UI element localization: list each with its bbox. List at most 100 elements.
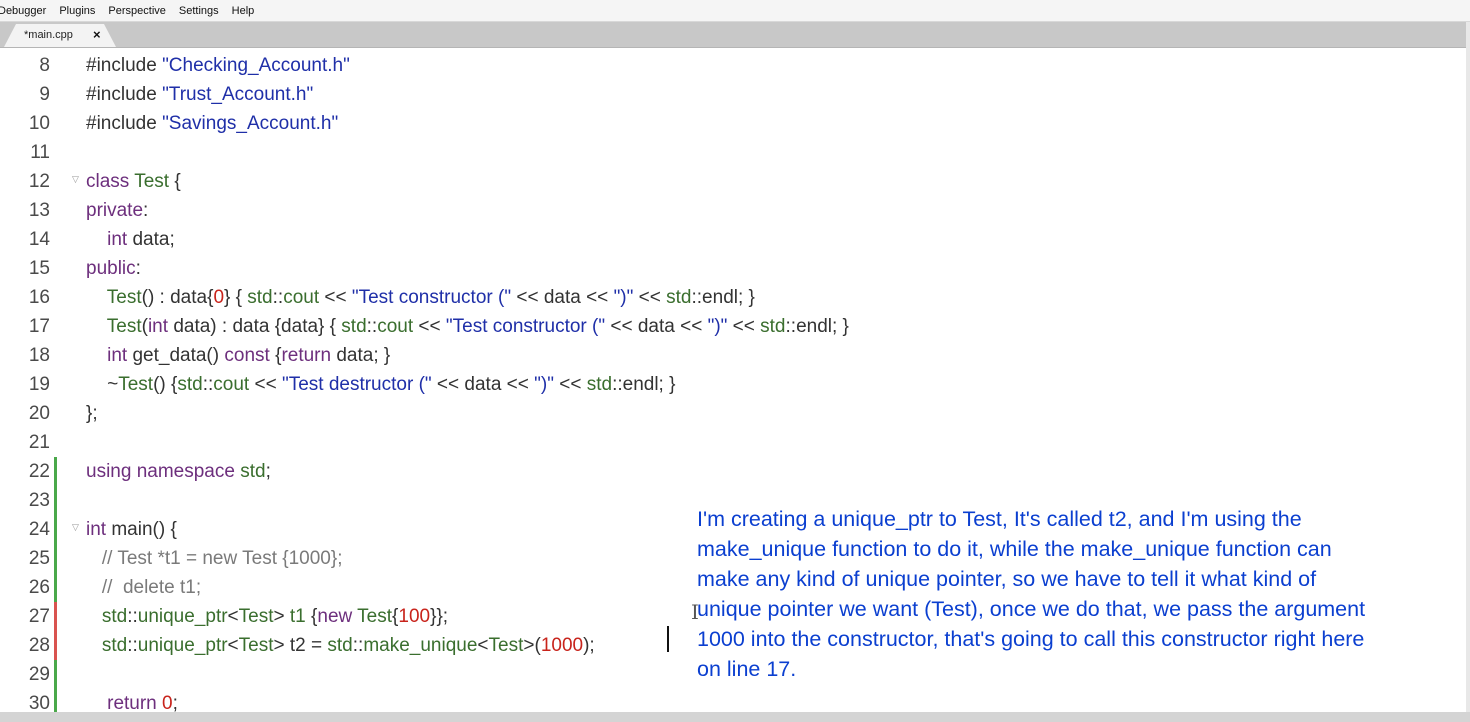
code-token: Test <box>86 287 142 308</box>
line-number: 15 <box>28 258 50 279</box>
code-token: "Test constructor (" <box>445 316 606 337</box>
code-token: :: <box>352 635 364 656</box>
code-token: int <box>147 316 174 337</box>
code-token: const <box>224 345 276 366</box>
menu-item-perspective[interactable]: Perspective <box>106 5 167 17</box>
code-line[interactable]: 17 Test(int data) : data {data} { std::c… <box>0 312 1470 341</box>
code-token: ~ <box>86 374 119 395</box>
code-line[interactable]: 11 <box>0 138 1470 167</box>
code-line[interactable]: 20}; <box>0 399 1470 428</box>
code-line[interactable]: 12 ▽ class Test { <box>0 167 1470 196</box>
line-number: 28 <box>28 635 50 656</box>
code-text: int data; <box>86 225 175 254</box>
code-token: data; } <box>336 345 391 366</box>
code-text: ~Test() {std::cout << "Test destructor (… <box>86 370 675 399</box>
code-line[interactable]: 9 #include "Trust_Account.h" <box>0 80 1470 109</box>
code-line[interactable]: 21 <box>0 428 1470 457</box>
code-token: class <box>86 171 135 192</box>
menu-item-settings[interactable]: Settings <box>177 5 221 17</box>
code-token: private <box>86 200 144 221</box>
code-text: // delete t1; <box>86 573 201 602</box>
code-token: 100 <box>398 606 431 627</box>
code-token: cout <box>283 287 320 308</box>
code-token: get_data() <box>132 345 225 366</box>
code-line[interactable]: 13 private: <box>0 196 1470 225</box>
code-token: << <box>633 287 667 308</box>
code-token: make_unique <box>363 635 478 656</box>
annotation-line: make_unique function to do it, while the… <box>697 537 1332 561</box>
code-token: 0 <box>162 693 173 714</box>
change-marker <box>54 544 57 573</box>
menu-item-help[interactable]: Help <box>230 5 257 17</box>
code-token: < <box>227 635 239 656</box>
line-number: 11 <box>30 142 50 163</box>
code-text: Test(int data) : data {data} { std::cout… <box>86 312 849 341</box>
annotation-text: I'm creating a unique_ptr to Test, It's … <box>697 504 1470 684</box>
code-token: ")" <box>613 287 634 308</box>
code-token: ; <box>172 693 178 714</box>
code-line[interactable]: 8 #include "Checking_Account.h" <box>0 51 1470 80</box>
code-line[interactable]: 18 int get_data() const {return data; } <box>0 341 1470 370</box>
code-token: () { <box>153 374 178 395</box>
code-token: :: <box>272 287 284 308</box>
code-token: ::endl; } <box>785 316 849 337</box>
code-line[interactable]: 22 using namespace std; <box>0 457 1470 486</box>
code-line[interactable]: 19 ~Test() {std::cout << "Test destructo… <box>0 370 1470 399</box>
code-token: using namespace <box>86 461 241 482</box>
line-number: 19 <box>28 374 50 395</box>
annotation-line: 1000 into the constructor, that's going … <box>697 627 1365 651</box>
code-token: std <box>177 374 203 395</box>
annotation-line: unique pointer we want (Test), once we d… <box>697 597 1366 621</box>
tab-main-cpp[interactable]: *main.cpp × <box>4 24 116 47</box>
line-number: 13 <box>28 200 50 221</box>
change-marker <box>54 602 57 631</box>
code-text: class Test { <box>86 167 181 196</box>
code-token: << <box>553 374 587 395</box>
code-text: Test() : data{0} { std::cout << "Test co… <box>86 283 755 312</box>
code-token: Test <box>238 606 274 627</box>
code-token: ::endl; } <box>691 287 755 308</box>
annotation-line: on line 17. <box>697 657 797 681</box>
code-token: << <box>413 316 446 337</box>
code-token: return <box>86 693 163 714</box>
code-token: :: <box>366 316 378 337</box>
code-token: int <box>86 519 112 540</box>
code-line[interactable]: 10 #include "Savings_Account.h" <box>0 109 1470 138</box>
line-number: 9 <box>39 84 50 105</box>
code-token: #include <box>86 84 163 105</box>
menu-item-plugins[interactable]: Plugins <box>57 5 97 17</box>
code-text: int get_data() const {return data; } <box>86 341 390 370</box>
code-token: std <box>86 635 128 656</box>
line-number: 18 <box>28 345 50 366</box>
code-token: std <box>666 287 692 308</box>
close-icon[interactable]: × <box>93 27 101 42</box>
status-bar <box>0 712 1470 722</box>
code-token: > <box>273 606 290 627</box>
code-line[interactable]: 16 Test() : data{0} { std::cout << "Test… <box>0 283 1470 312</box>
code-token: ")" <box>534 374 554 395</box>
line-number: 29 <box>28 664 50 685</box>
code-token: int <box>86 229 133 250</box>
code-token: t1 <box>289 606 306 627</box>
menu-item-debugger[interactable]: Debugger <box>0 5 48 17</box>
annotation-line: I'm creating a unique_ptr to Test, It's … <box>697 507 1302 531</box>
fold-icon[interactable]: ▽ <box>72 174 79 185</box>
code-token: "Trust_Account.h" <box>162 84 314 105</box>
code-token: << <box>249 374 282 395</box>
code-token: Test <box>86 316 142 337</box>
fold-icon[interactable]: ▽ <box>72 522 79 533</box>
change-marker <box>54 486 57 515</box>
code-token: ); <box>583 635 595 656</box>
code-token: std <box>327 635 353 656</box>
line-number: 20 <box>28 403 50 424</box>
code-token: << data << <box>511 287 614 308</box>
code-token: "Checking_Account.h" <box>162 55 350 76</box>
code-token: Test <box>134 171 170 192</box>
code-line[interactable]: 15 public: <box>0 254 1470 283</box>
line-number: 8 <box>39 55 50 76</box>
code-line[interactable]: 14 int data; <box>0 225 1470 254</box>
code-token: Test <box>357 606 393 627</box>
code-text: }; <box>86 399 98 428</box>
code-token: { <box>169 171 181 192</box>
line-number: 16 <box>28 287 50 308</box>
